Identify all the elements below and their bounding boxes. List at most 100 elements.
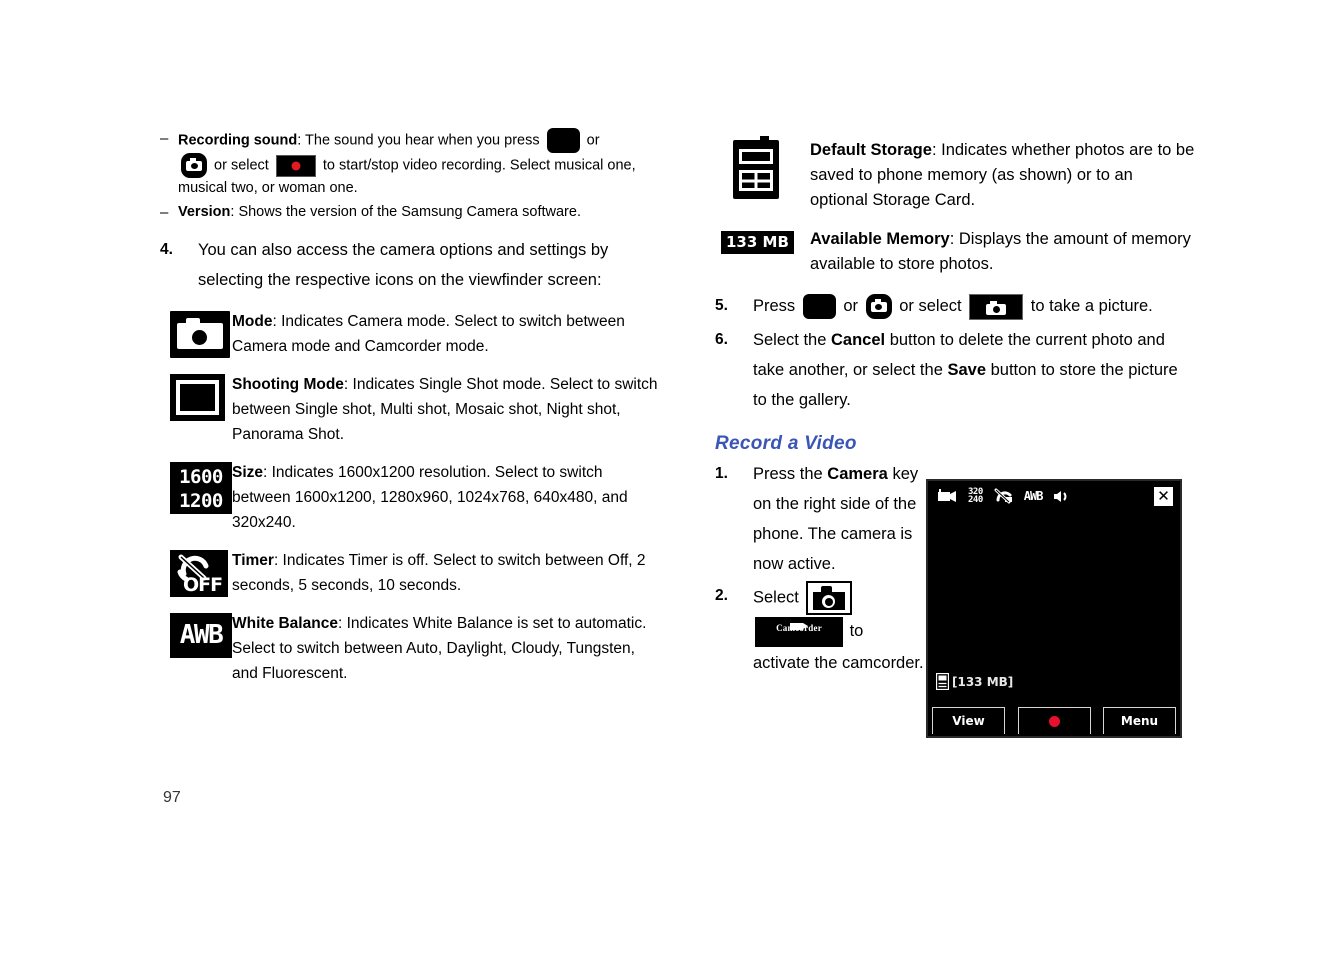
step-1: 1. Press the Camera key on the right sid… (715, 459, 920, 579)
timer-off-label: OFF (183, 574, 223, 596)
storage-icon (936, 673, 949, 690)
definition-size: 1600 1200 Size: Indicates 1600x1200 reso… (160, 460, 660, 535)
camera-key-name: Camera (827, 465, 888, 483)
camcorder-button-label: Camcorder (776, 622, 822, 633)
step-5: 5. Press or or select to take a picture. (715, 291, 1195, 321)
definition-text: Mode: Indicates Camera mode. Select to s… (232, 309, 660, 359)
viewfinder-status-bar: 320 240 AWB (928, 481, 1180, 511)
step-text: Press or or select to take a picture. (753, 291, 1195, 321)
step-number: 4. (160, 241, 173, 258)
record-softkey[interactable] (1017, 707, 1091, 734)
bullet-text-part3: or select (214, 157, 269, 174)
bullet-text: Version: Shows the version of the Samsun… (178, 202, 660, 222)
term-recording-sound: Recording sound (178, 132, 298, 149)
memory-badge-label: 133 MB (721, 231, 794, 254)
shooting-mode-icon (160, 372, 232, 421)
section-heading-record-a-video: Record a Video (715, 433, 857, 454)
page-number: 97 (163, 789, 181, 806)
bullet-text-part1: : The sound you hear when you press (297, 132, 540, 149)
step-text: Select the Cancel button to delete the c… (753, 325, 1195, 415)
definition-term: Size (232, 464, 264, 481)
camera-key-glyph (546, 128, 580, 153)
definition-term: White Balance (232, 615, 338, 632)
camcorder-button-glyph: Camcorder (755, 616, 843, 647)
dash-marker: – (160, 204, 169, 221)
shutter-softkey-glyph (969, 293, 1024, 320)
view-softkey[interactable]: View (932, 707, 1005, 734)
step5-part1: Press (753, 297, 796, 315)
camcorder-mode-icon (938, 488, 956, 502)
camera-oval-key-glyph (865, 294, 892, 320)
step2-part2: to (849, 622, 864, 640)
definition-text: Size: Indicates 1600x1200 resolution. Se… (232, 460, 660, 535)
dash-marker: – (160, 130, 169, 147)
default-storage-icon (715, 136, 810, 199)
camera-key-glyph (802, 294, 836, 320)
manual-page: – Recording sound: The sound you hear wh… (0, 0, 1336, 954)
resolution-320x240-icon: 320 240 (968, 488, 983, 505)
definition-term: Available Memory (810, 230, 950, 248)
bullet-version: – Version: Shows the version of the Sams… (160, 202, 660, 223)
step5-part3: or select (899, 297, 962, 315)
definition-available-memory: 133 MB Available Memory: Displays the am… (715, 227, 1195, 277)
memory-text: [133 MB] (952, 674, 1014, 689)
white-balance-awb-icon: AWB (1023, 489, 1044, 503)
definition-term: Timer (232, 552, 274, 569)
bullet-text-part2: or (586, 132, 600, 149)
definition-term: Shooting Mode (232, 376, 344, 393)
sound-on-icon (1054, 490, 1067, 502)
definition-shooting-mode: Shooting Mode: Indicates Single Shot mod… (160, 372, 660, 447)
timer-off-icon: OFF (160, 548, 232, 597)
step2-part1: Select (753, 588, 799, 607)
camera-mode-button-glyph (806, 581, 853, 615)
definition-term: Default Storage (810, 141, 932, 159)
record-softkey-glyph (275, 154, 316, 177)
step-number: 6. (715, 331, 728, 348)
step-text: Press the Camera key on the right side o… (753, 459, 920, 579)
definition-white-balance: AWB White Balance: Indicates White Balan… (160, 611, 660, 686)
definition-text: White Balance: Indicates White Balance i… (232, 611, 660, 686)
step-4: 4. You can also access the camera option… (160, 235, 660, 295)
save-button-name: Save (947, 361, 987, 379)
camcorder-viewfinder-screenshot: 320 240 AWB ✕ [133 MB] View Menu (926, 479, 1182, 738)
menu-softkey[interactable]: Menu (1103, 707, 1176, 734)
left-column: – Recording sound: The sound you hear wh… (160, 128, 660, 699)
resolution-line-2: 240 (968, 495, 983, 505)
cancel-button-name: Cancel (830, 331, 886, 349)
bullet-text: Recording sound: The sound you hear when… (178, 128, 660, 198)
definition-text: Available Memory: Displays the amount of… (810, 227, 1195, 277)
definition-text: Shooting Mode: Indicates Single Shot mod… (232, 372, 660, 447)
close-icon[interactable]: ✕ (1154, 487, 1173, 506)
step-text: Select Camcorder to activate the camcord… (753, 581, 930, 679)
step1-part1: Press the (753, 465, 823, 483)
step-number: 5. (715, 297, 728, 314)
resolution-line-1: 1600 (179, 465, 223, 488)
resolution-line-2: 1200 (179, 489, 223, 512)
definition-body: : Indicates Timer is off. Select to swit… (232, 552, 646, 594)
definition-body: : Indicates 1600x1200 resolution. Select… (232, 464, 628, 531)
viewfinder-softkey-bar: View Menu (928, 703, 1180, 736)
step5-part4: to take a picture. (1030, 297, 1153, 315)
timer-off-icon (994, 488, 1012, 504)
bullet-text-part1: : Shows the version of the Samsung Camer… (230, 204, 581, 220)
camera-mode-icon (160, 309, 232, 358)
storage-icon-list: Default Storage: Indicates whether photo… (715, 136, 1195, 277)
bullet-recording-sound: – Recording sound: The sound you hear wh… (160, 128, 660, 198)
definition-text: Default Storage: Indicates whether photo… (810, 138, 1195, 213)
step2-part3: activate the camcorder. (753, 654, 924, 672)
step-text: You can also access the camera options a… (198, 241, 609, 289)
definition-text: Timer: Indicates Timer is off. Select to… (232, 548, 660, 598)
step-number: 2. (715, 587, 728, 604)
available-memory-badge: 133 MB (715, 227, 810, 254)
resolution-icon: 1600 1200 (160, 460, 232, 514)
awb-label: AWB (170, 613, 232, 658)
record-dot-icon (1048, 715, 1060, 727)
white-balance-icon: AWB (160, 611, 232, 658)
viewfinder-memory-indicator: [133 MB] (936, 673, 1013, 690)
step5-part2: or (843, 297, 859, 315)
definition-body: : Indicates Camera mode. Select to switc… (232, 313, 625, 355)
definition-default-storage: Default Storage: Indicates whether photo… (715, 136, 1195, 213)
step-2: 2. Select Camcorder to activate the camc… (715, 581, 930, 679)
camera-option-icon-list: Mode: Indicates Camera mode. Select to s… (160, 309, 660, 686)
definition-timer: OFF Timer: Indicates Timer is off. Selec… (160, 548, 660, 598)
